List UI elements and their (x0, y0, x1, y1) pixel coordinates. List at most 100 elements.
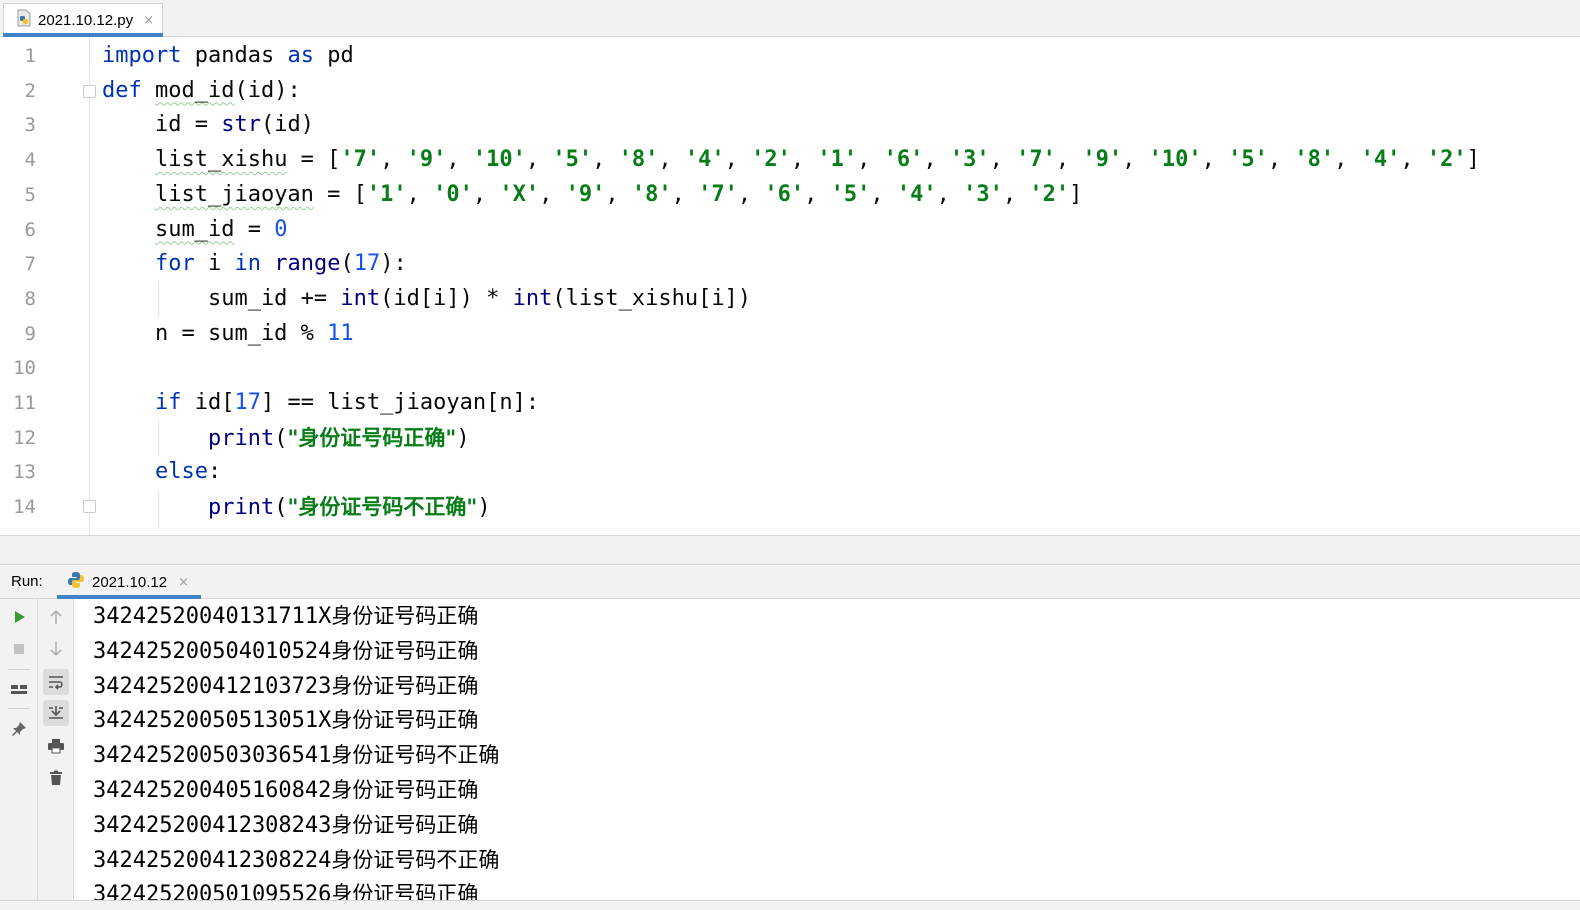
print-icon[interactable] (43, 733, 69, 759)
code-text: , (380, 147, 407, 173)
code-text: ( (340, 251, 354, 277)
code-text: ] == list_jiaoyan[n]: (260, 390, 540, 415)
number-literal: 11 (327, 320, 354, 346)
run-panel-title: Run: (11, 573, 43, 590)
keyword: as (287, 43, 314, 68)
scroll-up-icon[interactable] (43, 604, 69, 630)
string-literal: '7' (698, 181, 738, 207)
id-number: 342425200503036541 (93, 743, 332, 769)
close-icon[interactable]: × (178, 575, 189, 590)
string-literal: "身份证号码正确" (287, 425, 457, 450)
id-number: 342425200412103723 (93, 673, 332, 699)
code-text: = [ (313, 181, 367, 207)
id-number: 342425200405160842 (93, 778, 332, 803)
console-line: 342425200503036541身份证号码不正确 (93, 738, 499, 773)
code-text: pandas (181, 43, 288, 68)
keyword: in (234, 251, 261, 277)
code-line-13: else: (102, 455, 221, 490)
string-literal: 'X' (499, 181, 540, 207)
run-icon[interactable] (6, 604, 32, 630)
string-literal: '4' (896, 181, 937, 207)
code-line-9: n = sum_id % 11 (102, 317, 354, 352)
code-text: , (658, 147, 685, 173)
fold-marker-icon[interactable] (83, 500, 96, 513)
line-number: 13 (13, 461, 36, 484)
console-line: 342425200405160842身份证号码正确 (93, 773, 478, 808)
id-number: 342425200412308243 (93, 812, 332, 838)
run-toolbar-primary (0, 599, 38, 910)
code-text: ( (274, 495, 288, 521)
string-literal: '8' (631, 181, 672, 207)
code-text: ) (477, 495, 491, 521)
code-text: id[ (181, 390, 235, 415)
code-text: , (724, 147, 752, 173)
number-literal: 17 (353, 251, 381, 277)
builtin: int (512, 285, 553, 311)
identifier: sum_id (154, 216, 235, 242)
layout-icon[interactable] (6, 676, 32, 702)
console-line: 34242520050513051X身份证号码正确 (93, 703, 478, 738)
stop-icon[interactable] (6, 636, 32, 662)
builtin: str (221, 112, 261, 138)
code-text: , (870, 181, 897, 207)
code-text: ( (274, 425, 288, 451)
string-literal: '5' (1228, 147, 1268, 173)
string-literal: '1' (817, 147, 858, 173)
result-message: 身份证号码正确 (331, 708, 479, 733)
python-icon (67, 571, 85, 593)
soft-wrap-icon[interactable] (43, 669, 69, 695)
string-literal: '8' (1294, 147, 1335, 173)
code-line-8: sum_id += int(id[i]) * int(list_xishu[i]… (102, 282, 751, 317)
code-editor[interactable]: 1 2 3 4 5 6 7 8 9 10 11 12 13 14 import … (0, 37, 1580, 535)
line-number: 9 (24, 322, 36, 345)
code-text: , (539, 181, 566, 207)
id-number: 342425200501095526 (93, 882, 332, 900)
code-line-14: print("身份证号码不正确") (102, 490, 491, 525)
pin-icon[interactable] (6, 716, 32, 742)
id-number: 34242520050513051X (93, 708, 332, 734)
keyword: def (102, 77, 142, 103)
console-line: 342425200504010524身份证号码正确 (93, 634, 478, 669)
toolbar-separator (8, 669, 30, 670)
console-line: 342425200501095526身份证号码正确 (93, 877, 478, 900)
code-text: , (605, 181, 632, 207)
code-text: , (1400, 147, 1427, 173)
console-output[interactable]: 34242520040131711X身份证号码正确 34242520050401… (74, 599, 1580, 900)
trash-icon[interactable] (43, 765, 69, 791)
result-message: 身份证号码正确 (331, 778, 479, 802)
fold-marker-icon[interactable] (83, 85, 96, 98)
string-literal: '9' (1082, 147, 1123, 173)
scroll-down-icon[interactable] (43, 636, 69, 662)
id-number: 342425200412308224 (93, 847, 332, 873)
code-line-6: sum_id = 0 (102, 213, 287, 248)
result-message: 身份证号码不正确 (331, 743, 500, 768)
close-icon[interactable]: × (143, 13, 154, 28)
code-line-12: print("身份证号码正确") (102, 421, 470, 456)
panel-splitter[interactable] (0, 535, 1580, 565)
number-literal: 17 (234, 390, 261, 415)
line-number: 12 (13, 426, 36, 449)
builtin: print (207, 495, 275, 521)
code-text: (id) (260, 112, 314, 138)
string-literal: '6' (764, 181, 805, 207)
editor-tab-label: 2021.10.12.py (38, 11, 134, 29)
code-text: , (592, 147, 619, 173)
string-literal: '7' (340, 147, 381, 173)
code-text: , (804, 181, 831, 207)
editor-tab[interactable]: 2021.10.12.py × (3, 3, 163, 37)
result-message: 身份证号码正确 (331, 812, 479, 837)
code-line-11: if id[17] == list_jiaoyan[n]: (102, 386, 539, 421)
line-number: 8 (24, 287, 36, 310)
scroll-to-end-icon[interactable] (43, 700, 69, 726)
line-number: 14 (13, 496, 36, 519)
function-name: mod_id (155, 77, 235, 103)
run-config-tab[interactable]: 2021.10.12 × (57, 565, 201, 599)
run-tool-window-header: Run: 2021.10.12 × (0, 565, 1580, 599)
line-number: 5 (24, 183, 36, 206)
code-text: i (194, 251, 235, 277)
